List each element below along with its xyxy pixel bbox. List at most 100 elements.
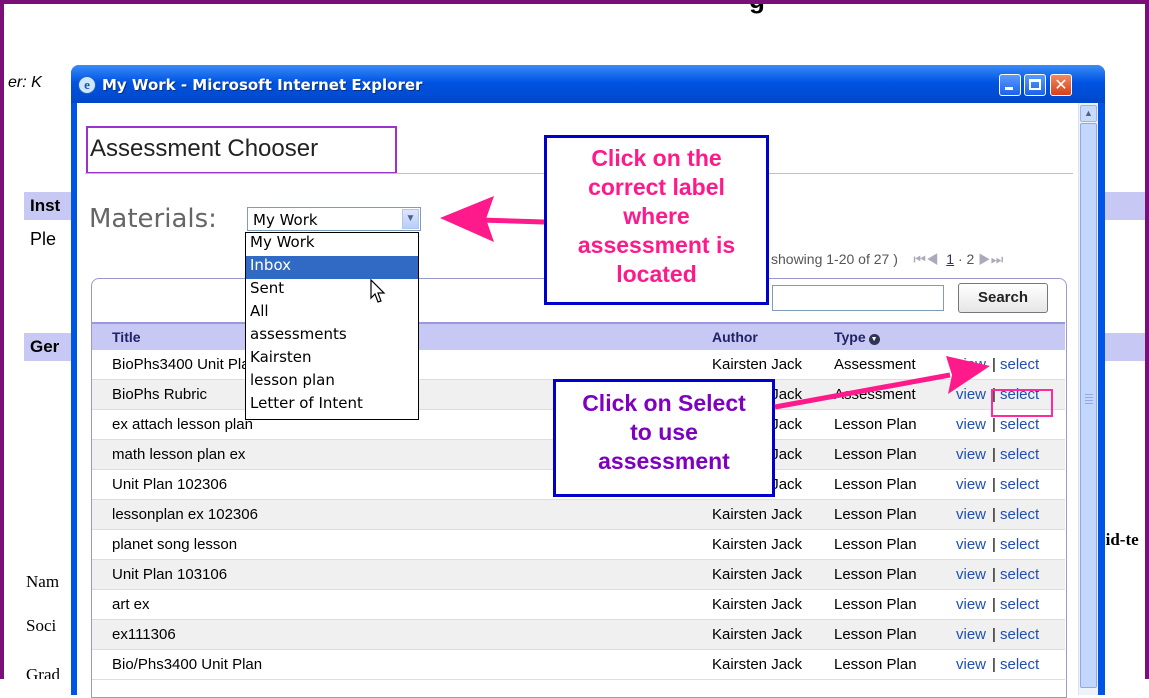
select-link[interactable]: select xyxy=(1000,536,1039,553)
view-link[interactable]: view xyxy=(956,536,986,553)
row-title[interactable]: art ex xyxy=(112,596,150,613)
row-title[interactable]: Unit Plan 102306 xyxy=(112,476,227,493)
maximize-icon xyxy=(1029,79,1041,90)
select-link[interactable]: select xyxy=(1000,356,1039,373)
background-soci-label: Soci xyxy=(26,616,57,635)
select-link[interactable]: select xyxy=(1000,626,1039,643)
callout-line: Click on Select xyxy=(582,390,746,416)
action-separator: | xyxy=(992,566,996,583)
chevron-down-icon[interactable]: ▼ xyxy=(402,209,419,229)
row-title[interactable]: ex attach lesson plan xyxy=(112,416,253,433)
dropdown-option-sent[interactable]: Sent xyxy=(246,279,418,302)
minimize-button[interactable] xyxy=(999,74,1021,96)
row-type: Lesson Plan xyxy=(834,506,917,523)
row-type: Lesson Plan xyxy=(834,476,917,493)
next-last-page-icon[interactable]: ▶⏭ xyxy=(978,251,1003,267)
row-title[interactable]: ex111306 xyxy=(112,626,176,643)
paging-summary: showing 1-20 of 27 ) xyxy=(771,251,898,267)
callout-line: to use xyxy=(630,419,698,445)
callout-line: assessment xyxy=(598,448,730,474)
label-hint-callout: Click on the correct label where assessm… xyxy=(544,135,769,305)
header-type-label[interactable]: Type xyxy=(834,329,866,345)
callout-line: Click on the xyxy=(591,145,722,171)
paging-controls: showing 1-20 of 27 ) ⏮◀ 1 · 2 ▶⏭ xyxy=(771,251,1003,268)
scrollbar-thumb[interactable] xyxy=(1080,123,1097,688)
header-type[interactable]: Type ▼ xyxy=(834,329,880,345)
dropdown-option-kairsten[interactable]: Kairsten xyxy=(246,348,418,371)
select-link[interactable]: select xyxy=(1000,656,1039,673)
action-separator: | xyxy=(992,446,996,463)
row-title[interactable]: math lesson plan ex xyxy=(112,446,245,463)
select-link[interactable]: select xyxy=(1000,566,1039,583)
view-link[interactable]: view xyxy=(956,416,986,433)
view-link[interactable]: view xyxy=(956,656,986,673)
materials-select[interactable]: My Work ▼ xyxy=(247,207,421,231)
chooser-title: Assessment Chooser xyxy=(86,126,397,174)
background-section-bar-2: Ger xyxy=(24,333,76,361)
action-separator: | xyxy=(992,356,996,373)
view-link[interactable]: view xyxy=(956,596,986,613)
table-row: Unit Plan 103106 Kairsten Jack Lesson Plan… xyxy=(92,560,1065,590)
ie-logo-icon[interactable]: e xyxy=(78,76,96,94)
scroll-up-icon[interactable]: ▲ xyxy=(1080,105,1097,122)
row-title[interactable]: BioPhs3400 Unit Plan xyxy=(112,356,258,373)
dropdown-option-assessments[interactable]: assessments xyxy=(246,325,418,348)
row-title[interactable]: BioPhs Rubric xyxy=(112,386,207,403)
callout-line: correct label xyxy=(588,174,725,200)
vertical-scrollbar[interactable]: ▲ xyxy=(1078,103,1098,695)
row-title[interactable]: lessonplan ex 102306 xyxy=(112,506,258,523)
table-row: planet song lesson Kairsten Jack Lesson Pl… xyxy=(92,530,1065,560)
row-type: Lesson Plan xyxy=(834,446,917,463)
page-2-link[interactable]: 2 xyxy=(967,251,975,267)
close-icon: ✕ xyxy=(1054,75,1068,94)
row-type: Lesson Plan xyxy=(834,656,917,673)
view-link[interactable]: view xyxy=(956,476,986,493)
view-link[interactable]: view xyxy=(956,356,986,373)
row-title[interactable]: planet song lesson xyxy=(112,536,237,553)
table-header: Title Author Type ▼ xyxy=(92,322,1065,350)
maximize-button[interactable] xyxy=(1024,74,1046,96)
header-author[interactable]: Author xyxy=(712,329,758,345)
view-link[interactable]: view xyxy=(956,506,986,523)
row-type: Lesson Plan xyxy=(834,596,917,613)
row-title[interactable]: Bio/Phs3400 Unit Plan xyxy=(112,656,262,673)
view-link[interactable]: view xyxy=(956,626,986,643)
paging-separator: · xyxy=(957,251,963,267)
search-input[interactable] xyxy=(772,285,944,311)
dropdown-option-all[interactable]: All xyxy=(246,302,418,325)
callout-line: where xyxy=(623,203,690,229)
first-prev-page-icon[interactable]: ⏮◀ xyxy=(913,251,938,267)
results-table: Title Author Type ▼ BioPhs3400 Unit Plan K… xyxy=(92,322,1065,680)
header-title[interactable]: Title xyxy=(112,329,141,345)
view-link[interactable]: view xyxy=(956,566,986,583)
select-link[interactable]: select xyxy=(1000,506,1039,523)
dropdown-option-letter-of-intent[interactable]: Letter of Intent xyxy=(246,394,418,417)
background-heading-fragment: g xyxy=(749,4,765,15)
view-link[interactable]: view xyxy=(956,446,986,463)
background-grad-label: Grad xyxy=(26,665,60,679)
row-author: Kairsten Jack xyxy=(712,506,803,523)
select-link[interactable]: select xyxy=(1000,416,1039,433)
grip-icon xyxy=(1085,394,1093,395)
view-link[interactable]: view xyxy=(956,386,986,403)
action-separator: | xyxy=(992,416,996,433)
row-type: Assessment xyxy=(834,386,916,403)
materials-label: Materials: xyxy=(89,204,217,234)
select-link[interactable]: select xyxy=(1000,446,1039,463)
window-titlebar[interactable]: e My Work - Microsoft Internet Explorer … xyxy=(71,65,1105,103)
search-button[interactable]: Search xyxy=(958,283,1048,313)
row-author: Kairsten Jack xyxy=(712,356,803,373)
background-section-text: Ple xyxy=(30,229,57,249)
sort-down-icon[interactable]: ▼ xyxy=(868,334,880,345)
row-title[interactable]: Unit Plan 103106 xyxy=(112,566,227,583)
close-button[interactable]: ✕ xyxy=(1050,74,1072,96)
row-author: Kairsten Jack xyxy=(712,656,803,673)
dropdown-option-lesson-plan[interactable]: lesson plan xyxy=(246,371,418,394)
dropdown-option-my-work[interactable]: My Work xyxy=(246,233,418,256)
table-row: art ex Kairsten Jack Lesson Plan view | selec… xyxy=(92,590,1065,620)
dropdown-option-inbox[interactable]: Inbox xyxy=(246,256,418,279)
select-link[interactable]: select xyxy=(1000,476,1039,493)
page-1-link[interactable]: 1 xyxy=(946,251,954,267)
select-link[interactable]: select xyxy=(1000,596,1039,613)
row-type: Lesson Plan xyxy=(834,536,917,553)
